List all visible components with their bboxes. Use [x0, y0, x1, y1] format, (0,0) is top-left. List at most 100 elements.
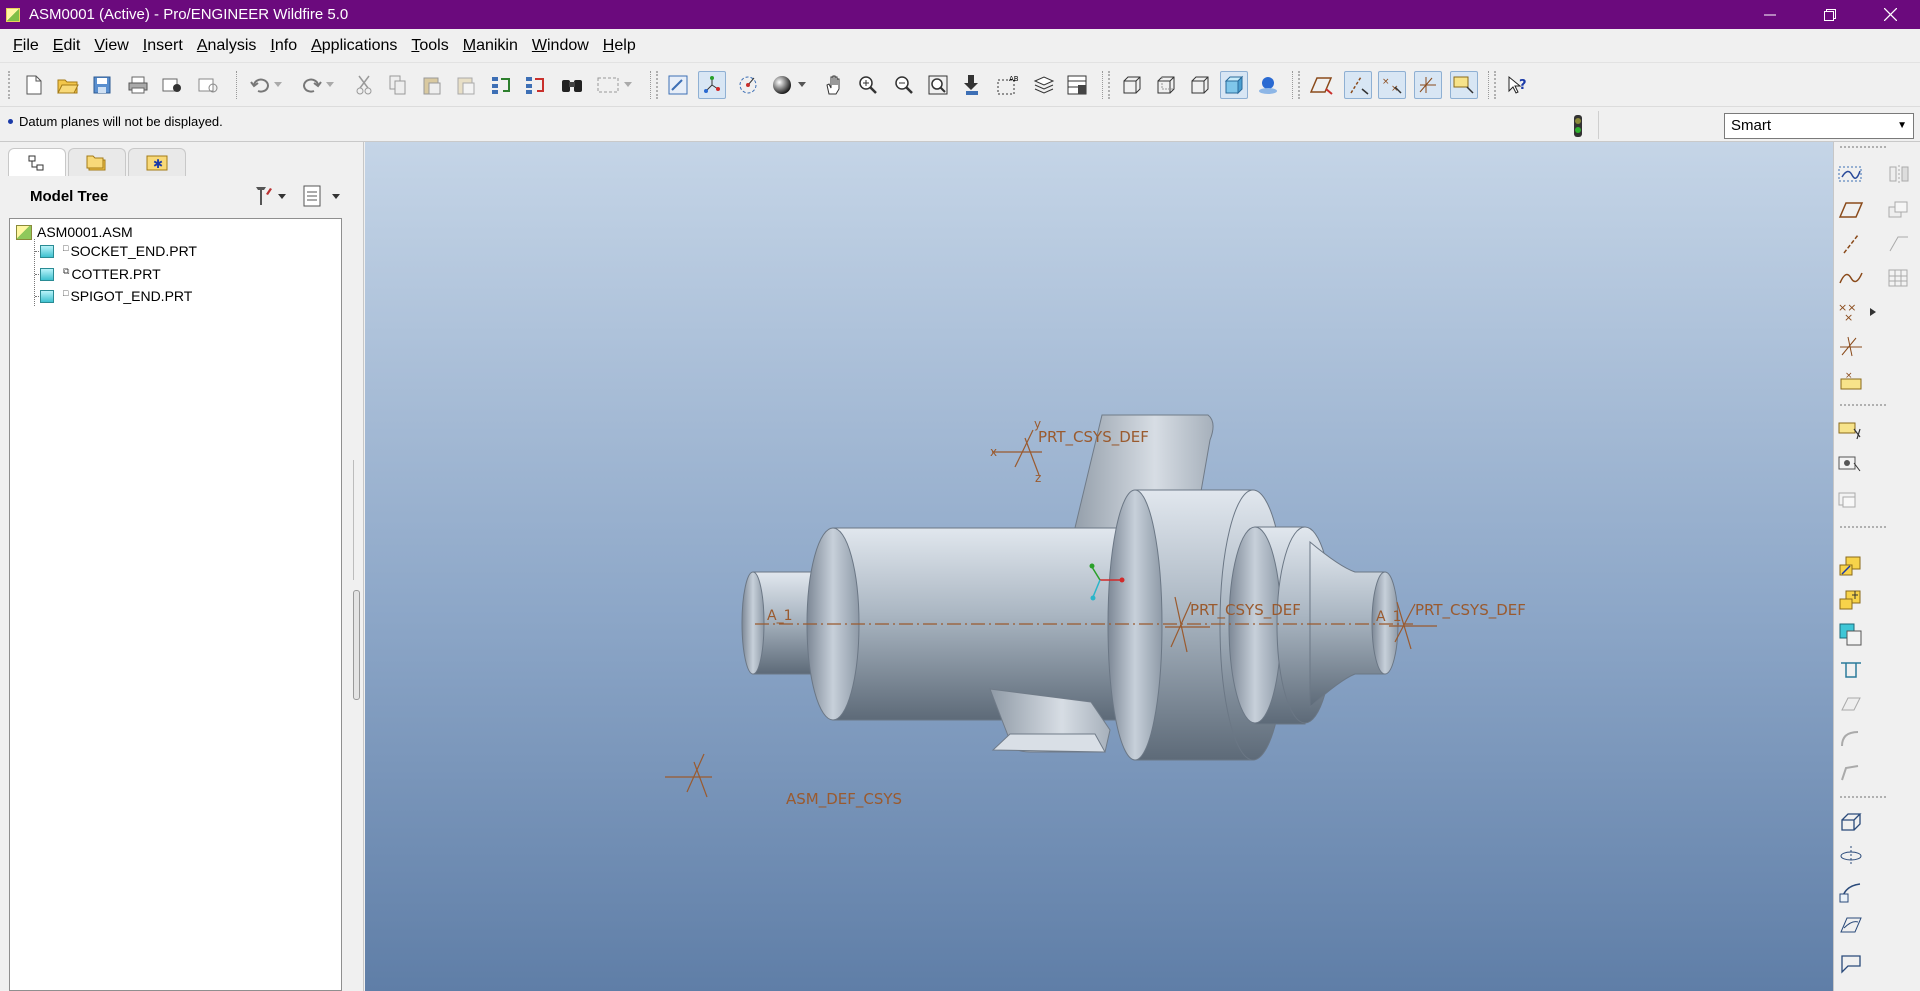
reorient-button[interactable]	[958, 71, 986, 99]
toolbar-grip[interactable]	[656, 71, 659, 99]
enhanced-realism-button[interactable]	[1254, 71, 1282, 99]
menu-tools[interactable]: Tools	[404, 29, 455, 62]
toolbar-grip[interactable]	[1298, 71, 1301, 99]
datum-axes-toggle[interactable]	[1344, 71, 1372, 99]
tree-item-cotter[interactable]: ⧉ COTTER.PRT	[40, 263, 161, 285]
tab-folder-browser[interactable]	[68, 148, 126, 176]
restore-button[interactable]	[1800, 0, 1860, 29]
tree-item-spigot-end[interactable]: □ SPIGOT_END.PRT	[40, 285, 192, 307]
datum-plane-tool-button[interactable]	[1836, 196, 1866, 224]
pan-button[interactable]	[820, 71, 848, 99]
spin-center-button[interactable]	[698, 71, 726, 99]
refit-button[interactable]	[924, 71, 952, 99]
merge-tool-button[interactable]	[1884, 196, 1914, 224]
csys-tool-button[interactable]	[1836, 332, 1866, 360]
regenerate-button[interactable]	[488, 71, 516, 99]
toolbar-grip[interactable]	[1494, 71, 1497, 99]
blend-tool-button[interactable]	[1836, 912, 1866, 940]
menu-analysis[interactable]: Analysis	[190, 29, 264, 62]
select-box-dropdown[interactable]	[622, 71, 634, 99]
tab-favorites[interactable]: ✱	[128, 148, 186, 176]
datum-point-tool-button[interactable]: ×× ×	[1836, 298, 1866, 326]
graphics-window[interactable]: x y z PRT_CSYS_DEF PRT_CSYS_DEF PRT_CSYS…	[365, 142, 1833, 991]
trim-tool-button[interactable]	[1884, 230, 1914, 258]
shade-dropdown[interactable]	[796, 71, 808, 99]
hole-tool-button[interactable]	[1836, 690, 1866, 718]
cut-feature-button[interactable]	[1836, 656, 1866, 684]
shade-button[interactable]	[768, 71, 796, 99]
datum-axis-tool-button[interactable]	[1836, 230, 1866, 258]
analysis-feature-button[interactable]: ×	[1836, 366, 1866, 394]
package-component-button[interactable]	[1836, 486, 1866, 514]
pack-component-button[interactable]	[1836, 586, 1866, 614]
paste-button[interactable]	[418, 71, 446, 99]
tree-settings-button[interactable]	[252, 184, 288, 208]
redo-dropdown[interactable]	[324, 71, 336, 99]
menu-help[interactable]: Help	[596, 29, 643, 62]
toolbar-grip[interactable]	[1108, 71, 1111, 99]
shell-tool-button[interactable]	[1836, 948, 1866, 976]
chamfer-tool-button[interactable]	[1836, 758, 1866, 786]
find-button[interactable]	[558, 71, 586, 99]
mirror-tool-button[interactable]	[1884, 160, 1914, 188]
sketch-tool-button[interactable]	[1836, 160, 1866, 188]
copy-button[interactable]	[384, 71, 412, 99]
regeneration-status-icon[interactable]	[1566, 113, 1590, 139]
panel-splitter-handle[interactable]	[353, 590, 360, 700]
csys-assembly-marker[interactable]	[665, 753, 712, 798]
menu-edit[interactable]: Edit	[46, 29, 88, 62]
sweep-tool-button[interactable]	[1836, 878, 1866, 906]
hidden-line-button[interactable]	[1152, 71, 1180, 99]
pattern-tool-button[interactable]	[1884, 264, 1914, 292]
menu-applications[interactable]: Applications	[304, 29, 404, 62]
menu-file[interactable]: File	[6, 29, 46, 62]
open-button[interactable]	[54, 71, 82, 99]
cut-button[interactable]	[350, 71, 378, 99]
tree-show-button[interactable]	[302, 184, 342, 208]
round-tool-button[interactable]	[1836, 724, 1866, 752]
datum-planes-toggle[interactable]	[1308, 71, 1336, 99]
revolve-tool-button[interactable]	[1836, 842, 1866, 870]
socket-collar-face-left[interactable]	[1107, 489, 1163, 761]
menu-insert[interactable]: Insert	[136, 29, 190, 62]
print-button[interactable]	[124, 71, 152, 99]
shading-mode-button[interactable]	[1220, 71, 1248, 99]
save-button[interactable]	[88, 71, 116, 99]
saved-views-button[interactable]: AB	[994, 71, 1022, 99]
spigot-collar-face[interactable]	[1228, 526, 1282, 724]
component-operations-button[interactable]	[1836, 620, 1866, 648]
datum-points-toggle[interactable]: × ×	[1378, 71, 1406, 99]
context-help-button[interactable]: ?	[1504, 71, 1532, 99]
wireframe-button[interactable]	[1118, 71, 1146, 99]
annotations-toggle[interactable]	[1450, 71, 1478, 99]
tree-item-socket-end[interactable]: □ SOCKET_END.PRT	[40, 240, 197, 262]
drag-components-button[interactable]	[1836, 552, 1866, 580]
menu-info[interactable]: Info	[263, 29, 304, 62]
extrude-tool-button[interactable]	[1836, 808, 1866, 836]
menu-view[interactable]: View	[87, 29, 135, 62]
coordinate-systems-toggle[interactable]	[1414, 71, 1442, 99]
paste-special-button[interactable]	[452, 71, 480, 99]
send-link-button[interactable]	[194, 71, 222, 99]
selection-filter-select[interactable]: Smart ▼	[1724, 113, 1914, 139]
undo-button[interactable]	[246, 71, 274, 99]
close-button[interactable]	[1860, 0, 1920, 29]
datum-curve-tool-button[interactable]	[1836, 264, 1866, 292]
repaint-button[interactable]	[664, 71, 692, 99]
undo-dropdown[interactable]	[272, 71, 284, 99]
assembly-model-view[interactable]: x y z PRT_CSYS_DEF PRT_CSYS_DEF PRT_CSYS…	[365, 142, 1833, 991]
create-component-button[interactable]	[1836, 450, 1866, 478]
regen-manager-button[interactable]	[522, 71, 550, 99]
assemble-component-button[interactable]	[1836, 416, 1866, 444]
tab-model-tree[interactable]	[8, 148, 66, 176]
new-file-button[interactable]	[20, 71, 48, 99]
layers-button[interactable]	[1030, 71, 1058, 99]
menu-manikin[interactable]: Manikin	[456, 29, 525, 62]
spigot-left-end[interactable]	[741, 571, 765, 675]
view-manager-button[interactable]	[1064, 71, 1092, 99]
redo-button[interactable]	[298, 71, 326, 99]
orient-mode-button[interactable]	[734, 71, 762, 99]
toolbar-grip[interactable]	[1840, 146, 1886, 148]
zoom-in-button[interactable]	[854, 71, 882, 99]
minimize-button[interactable]	[1740, 0, 1800, 29]
